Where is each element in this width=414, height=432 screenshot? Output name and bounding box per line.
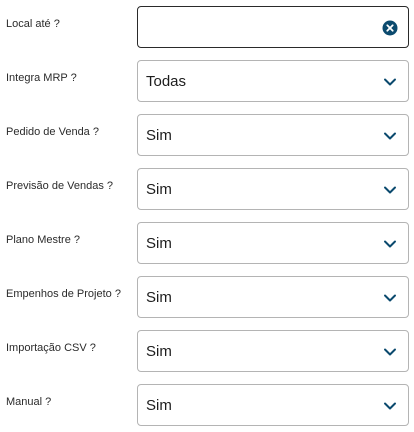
form-row-previsao-vendas: Previsão de Vendas ? Sim [0,168,414,214]
manual-label: Manual ? [6,396,52,408]
empenhos-projeto-select[interactable]: Sim [137,276,409,318]
integra-mrp-select[interactable]: Todas [137,60,409,102]
form-row-integra-mrp: Integra MRP ? Todas [0,60,414,106]
previsao-vendas-label: Previsão de Vendas ? [6,180,114,192]
chevron-down-icon[interactable] [382,290,398,306]
integra-mrp-label: Integra MRP ? [6,72,77,84]
importacao-csv-label: Importação CSV ? [6,342,96,354]
form-row-pedido-venda: Pedido de Venda ? Sim [0,114,414,160]
manual-select[interactable]: Sim [137,384,409,426]
plano-mestre-value: Sim [146,235,172,252]
importacao-csv-value: Sim [146,343,172,360]
chevron-down-icon[interactable] [382,398,398,414]
form-row-plano-mestre: Plano Mestre ? Sim [0,222,414,268]
chevron-down-icon[interactable] [382,74,398,90]
form-row-manual: Manual ? Sim [0,384,414,430]
local-ate-input-container[interactable] [137,6,409,48]
integra-mrp-value: Todas [146,73,187,90]
pedido-venda-label: Pedido de Venda ? [6,126,99,138]
form-row-importacao-csv: Importação CSV ? Sim [0,330,414,376]
pedido-venda-value: Sim [146,127,172,144]
clear-icon[interactable] [382,20,398,36]
previsao-vendas-select[interactable]: Sim [137,168,409,210]
form-row-empenhos-projeto: Empenhos de Projeto ? Sim [0,276,414,322]
local-ate-label: Local até ? [6,18,60,30]
previsao-vendas-value: Sim [146,181,172,198]
chevron-down-icon[interactable] [382,128,398,144]
empenhos-projeto-label: Empenhos de Projeto ? [6,288,121,300]
local-ate-input[interactable] [146,17,376,37]
empenhos-projeto-value: Sim [146,289,172,306]
pedido-venda-select[interactable]: Sim [137,114,409,156]
importacao-csv-select[interactable]: Sim [137,330,409,372]
chevron-down-icon[interactable] [382,182,398,198]
plano-mestre-label: Plano Mestre ? [6,234,80,246]
form-row-local-ate: Local até ? [0,6,414,52]
plano-mestre-select[interactable]: Sim [137,222,409,264]
manual-value: Sim [146,397,172,414]
chevron-down-icon[interactable] [382,236,398,252]
chevron-down-icon[interactable] [382,344,398,360]
